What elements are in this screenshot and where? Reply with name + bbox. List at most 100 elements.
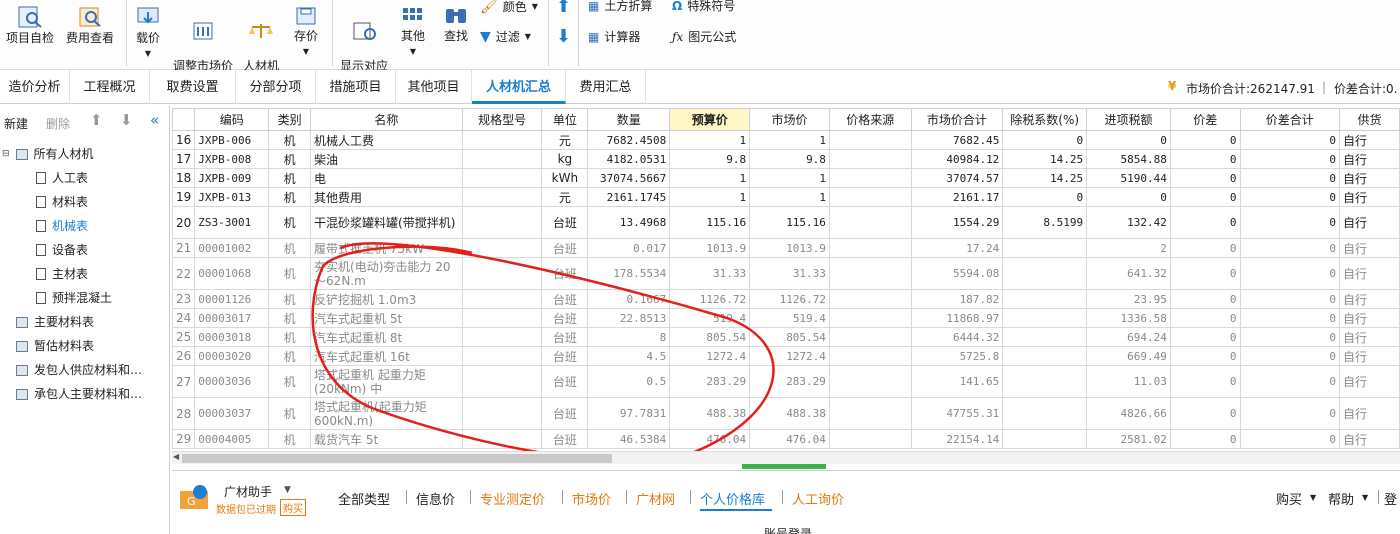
- table-cell-name[interactable]: 载货汽车 5t: [310, 429, 463, 449]
- table-cell-market-total[interactable]: 1554.29: [910, 206, 1004, 239]
- buy-small-button[interactable]: 购买: [280, 499, 306, 516]
- tab-market-price[interactable]: 市场价: [572, 489, 611, 508]
- table-cell-supply[interactable]: 自行: [1339, 206, 1400, 239]
- table-cell-no[interactable]: 28: [172, 397, 196, 430]
- table-row[interactable]: 26 00003020 机汽车式起重机 16t 台班 4.5 1272.4 1272.4 57…: [172, 346, 1400, 366]
- table-row[interactable]: 23 00001126 机反铲挖掘机 1.0m3 台班 0.1667 1126.72 112…: [172, 289, 1400, 309]
- table-cell-diff[interactable]: 0: [1169, 149, 1241, 169]
- table-cell-diff[interactable]: 0: [1169, 168, 1241, 188]
- table-cell-market[interactable]: 9.8: [749, 149, 830, 169]
- tree-item-labor[interactable]: 人工表: [36, 167, 88, 189]
- table-cell-supply[interactable]: 自行: [1339, 257, 1400, 290]
- panel-splitter[interactable]: [742, 464, 826, 469]
- table-cell-name[interactable]: 汽车式起重机 16t: [310, 346, 463, 366]
- table-cell-qty[interactable]: 13.4968: [587, 206, 671, 239]
- table-cell-unit[interactable]: 台班: [541, 327, 589, 347]
- table-cell-no[interactable]: 17: [172, 149, 196, 169]
- table-cell-input-tax[interactable]: 641.32: [1086, 257, 1171, 290]
- table-cell-budget[interactable]: 9.8: [669, 149, 751, 169]
- table-cell-source[interactable]: [828, 289, 912, 309]
- table-cell-tax-coef[interactable]: [1002, 257, 1088, 290]
- table-cell-qty[interactable]: 22.8513: [587, 308, 671, 328]
- table-cell-type[interactable]: 机: [268, 206, 312, 239]
- table-cell-market-total[interactable]: 11868.97: [910, 308, 1004, 328]
- table-row[interactable]: 25 00003018 机汽车式起重机 8t 台班 8 805.54 805.54 6444.…: [172, 327, 1400, 347]
- table-cell-supply[interactable]: 自行: [1339, 168, 1400, 188]
- table-cell-unit[interactable]: kWh: [541, 168, 589, 188]
- table-row[interactable]: 16 JXPB-006 机机械人工费元 7682.4508 1 1 7682.45 0 0 0 0 自…: [172, 130, 1400, 150]
- delete-button[interactable]: 删除: [46, 115, 70, 132]
- table-cell-source[interactable]: [828, 187, 912, 207]
- color-button[interactable]: 🖌 颜色 ▼: [480, 0, 538, 15]
- table-cell-diff-total[interactable]: 0: [1239, 308, 1341, 328]
- table-cell-diff[interactable]: 0: [1169, 130, 1241, 150]
- table-cell-budget[interactable]: 283.29: [669, 365, 751, 398]
- tab-personal-price-lib[interactable]: 个人价格库: [700, 489, 765, 508]
- table-cell-market[interactable]: 31.33: [749, 257, 830, 290]
- tree-item-material[interactable]: 材料表: [36, 191, 88, 213]
- table-cell-market-total[interactable]: 6444.32: [910, 327, 1004, 347]
- table-cell-source[interactable]: [828, 429, 912, 449]
- move-up-icon[interactable]: ⬆: [556, 0, 571, 17]
- table-cell-spec[interactable]: [461, 429, 543, 449]
- column-header[interactable]: 市场价: [749, 108, 830, 131]
- table-cell-tax-coef[interactable]: 14.25: [1002, 149, 1088, 169]
- table-cell-supply[interactable]: 自行: [1339, 397, 1400, 430]
- table-cell-input-tax[interactable]: 5854.88: [1086, 149, 1171, 169]
- table-cell-spec[interactable]: [461, 168, 543, 188]
- table-cell-qty[interactable]: 0.017: [587, 238, 671, 258]
- table-cell-diff-total[interactable]: 0: [1239, 429, 1341, 449]
- special-symbol-button[interactable]: Ω 特殊符号: [672, 0, 735, 14]
- table-cell-source[interactable]: [828, 130, 912, 150]
- table-cell-name[interactable]: 干混砂浆罐料罐(带搅拌机): [310, 206, 463, 239]
- column-header[interactable]: 预算价: [669, 108, 751, 131]
- table-cell-unit[interactable]: 台班: [541, 429, 589, 449]
- table-cell-spec[interactable]: [461, 187, 543, 207]
- column-header[interactable]: 除税系数(%): [1002, 108, 1088, 131]
- tree-item-concrete[interactable]: 预拌混凝土: [36, 287, 112, 309]
- table-cell-diff[interactable]: 0: [1169, 289, 1241, 309]
- table-row[interactable]: 19 JXPB-013 机其他费用元 2161.1745 1 1 2161.17 0 0 0 0 自行: [172, 187, 1400, 207]
- table-cell-spec[interactable]: [461, 257, 543, 290]
- table-cell-type[interactable]: 机: [268, 346, 312, 366]
- table-cell-diff-total[interactable]: 0: [1239, 257, 1341, 290]
- table-cell-market-total[interactable]: 22154.14: [910, 429, 1004, 449]
- table-cell-market[interactable]: 1: [749, 187, 830, 207]
- table-cell-diff-total[interactable]: 0: [1239, 168, 1341, 188]
- table-cell-unit[interactable]: kg: [541, 149, 589, 169]
- tab-project-overview[interactable]: 工程概况: [70, 70, 150, 104]
- table-cell-spec[interactable]: [461, 346, 543, 366]
- table-cell-input-tax[interactable]: 669.49: [1086, 346, 1171, 366]
- table-cell-supply[interactable]: 自行: [1339, 308, 1400, 328]
- table-cell-type[interactable]: 机: [268, 308, 312, 328]
- table-cell-budget[interactable]: 1126.72: [669, 289, 751, 309]
- tree-item-machine[interactable]: 机械表: [36, 215, 88, 237]
- tree-group-main-materials[interactable]: 主要材料表: [16, 311, 94, 333]
- table-cell-code[interactable]: 00001068: [194, 257, 270, 290]
- table-cell-source[interactable]: [828, 206, 912, 239]
- table-cell-name[interactable]: 汽车式起重机 5t: [310, 308, 463, 328]
- table-cell-market[interactable]: 1013.9: [749, 238, 830, 258]
- table-cell-unit[interactable]: 台班: [541, 289, 589, 309]
- table-cell-qty[interactable]: 0.5: [587, 365, 671, 398]
- table-row[interactable]: 22 00001068 机夯实机(电动)夯击能力 20～62N.m 台班 178.553…: [172, 257, 1400, 290]
- table-row[interactable]: 29 00004005 机载货汽车 5t 台班 46.5384 476.04 476.04 2…: [172, 429, 1400, 449]
- tree-group-contractor-main[interactable]: 承包人主要材料和…: [16, 383, 142, 405]
- find-button[interactable]: 查找: [438, 6, 474, 44]
- tree-group-employer-supplied[interactable]: 发包人供应材料和…: [16, 359, 142, 381]
- table-cell-spec[interactable]: [461, 130, 543, 150]
- formula-button[interactable]: ƒx 图元公式: [672, 28, 736, 45]
- table-cell-code[interactable]: 00003018: [194, 327, 270, 347]
- table-cell-name[interactable]: 汽车式起重机 8t: [310, 327, 463, 347]
- tab-sections[interactable]: 分部分项: [236, 70, 316, 104]
- table-cell-tax-coef[interactable]: [1002, 365, 1088, 398]
- scroll-left-icon[interactable]: ◀: [173, 452, 179, 461]
- table-cell-market[interactable]: 283.29: [749, 365, 830, 398]
- table-cell-supply[interactable]: 自行: [1339, 327, 1400, 347]
- table-cell-no[interactable]: 24: [172, 308, 196, 328]
- table-cell-source[interactable]: [828, 149, 912, 169]
- table-cell-no[interactable]: 20: [172, 206, 196, 239]
- table-cell-no[interactable]: 26: [172, 346, 196, 366]
- table-cell-budget[interactable]: 476.04: [669, 429, 751, 449]
- table-cell-source[interactable]: [828, 168, 912, 188]
